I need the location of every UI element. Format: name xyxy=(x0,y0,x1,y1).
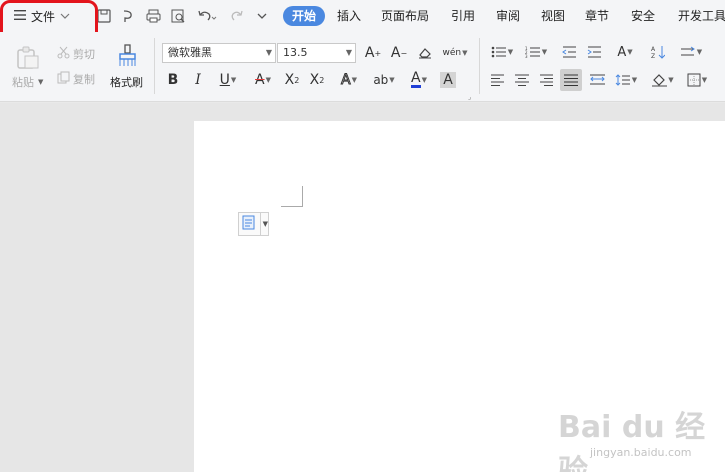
text-effect-icon[interactable]: A ▼ xyxy=(334,70,364,90)
copy-icon xyxy=(57,71,70,87)
decrease-font-size-icon[interactable]: A − xyxy=(388,43,410,63)
cut-label: 剪切 xyxy=(73,48,95,61)
align-center-icon[interactable] xyxy=(511,70,533,90)
decrease-indent-icon[interactable] xyxy=(558,42,580,62)
tab-references[interactable]: 引用 xyxy=(451,8,475,24)
font-dialog-launcher-icon[interactable]: ⌟ xyxy=(468,93,471,101)
export-pdf-icon[interactable] xyxy=(119,7,137,25)
text-direction-icon[interactable]: A ▼ xyxy=(610,42,640,62)
font-color-icon[interactable]: A ▼ xyxy=(404,70,434,90)
character-shading-icon[interactable]: A xyxy=(437,70,459,90)
tab-review[interactable]: 审阅 xyxy=(496,8,520,24)
svg-text:3: 3 xyxy=(525,54,528,58)
tab-page-layout[interactable]: 页面布局 xyxy=(381,8,429,24)
paragraph-shading-icon[interactable]: ▼ xyxy=(648,70,678,90)
line-spacing-toggle-icon[interactable]: ▼ xyxy=(676,42,706,62)
font-family-value: 微软雅黑 xyxy=(168,46,212,59)
italic-icon[interactable]: I xyxy=(187,70,209,90)
strikethrough-icon[interactable]: A ▼ xyxy=(248,70,278,90)
superscript-icon[interactable]: X2 xyxy=(281,70,303,90)
svg-text:A: A xyxy=(651,46,656,53)
font-family-select[interactable]: 微软雅黑 ▼ xyxy=(162,43,276,63)
copy-label: 复制 xyxy=(73,73,95,86)
paste-label: 粘贴 xyxy=(12,76,34,89)
tab-security[interactable]: 安全 xyxy=(631,8,655,24)
highlight-color-icon[interactable]: ab ▼ xyxy=(369,70,399,90)
redo-icon[interactable] xyxy=(228,7,246,25)
font-size-value: 13.5 xyxy=(283,46,308,59)
format-painter-button[interactable]: 格式刷 xyxy=(110,74,143,90)
increase-indent-icon[interactable] xyxy=(583,42,605,62)
distributed-align-icon[interactable] xyxy=(586,70,608,90)
numbered-list-icon[interactable]: 1 2 3 ▼ xyxy=(521,42,551,62)
svg-text:Z: Z xyxy=(651,53,655,59)
caret-down-icon: ▼ xyxy=(345,48,352,57)
paste-options-button[interactable]: ▼ xyxy=(238,212,269,236)
page-margin-marker xyxy=(281,186,303,207)
menu-bar: 文件 开始 插入 页面布局 引用 审阅 视图 章节 安全 开发工具 xyxy=(0,0,725,44)
paste-options-icon xyxy=(242,214,256,234)
bold-icon[interactable]: B xyxy=(162,70,184,90)
watermark-logo: Bai du 经验 xyxy=(558,410,706,472)
borders-icon[interactable]: ▼ xyxy=(682,70,712,90)
group-separator xyxy=(479,38,480,94)
line-spacing-icon[interactable]: ▼ xyxy=(611,70,641,90)
align-left-icon[interactable] xyxy=(487,70,509,90)
group-separator xyxy=(154,38,155,94)
tab-developer[interactable]: 开发工具 xyxy=(678,8,725,24)
format-painter-icon[interactable] xyxy=(117,44,139,68)
clear-format-icon[interactable] xyxy=(414,43,436,63)
undo-icon[interactable] xyxy=(195,7,219,25)
caret-down-icon: ▼ xyxy=(265,48,272,57)
copy-button[interactable]: 复制 xyxy=(57,71,95,87)
print-preview-icon[interactable] xyxy=(169,7,187,25)
tab-view[interactable]: 视图 xyxy=(541,8,565,24)
caret-down-icon: ▼ xyxy=(262,220,268,228)
phonetic-label: wén xyxy=(442,48,462,58)
increase-font-size-icon[interactable]: A + xyxy=(362,43,384,63)
tab-home[interactable]: 开始 xyxy=(283,6,325,26)
watermark-url: jingyan.baidu.com xyxy=(590,446,692,459)
tab-chapter[interactable]: 章节 xyxy=(585,8,609,24)
justify-icon[interactable] xyxy=(560,69,582,91)
tab-insert[interactable]: 插入 xyxy=(337,8,361,24)
customize-toolbar-icon[interactable] xyxy=(253,7,271,25)
paste-button[interactable]: 粘贴 ▼ xyxy=(12,74,43,90)
cut-button[interactable]: 剪切 xyxy=(57,46,95,62)
underline-icon[interactable]: U ▼ xyxy=(212,70,244,90)
bullet-list-icon[interactable]: ▼ xyxy=(487,42,517,62)
font-size-select[interactable]: 13.5 ▼ xyxy=(277,43,356,63)
phonetic-guide-icon[interactable]: wén ▼ xyxy=(440,43,470,63)
print-icon[interactable] xyxy=(144,7,162,25)
align-right-icon[interactable] xyxy=(535,70,557,90)
caret-down-icon: ▼ xyxy=(38,78,44,86)
subscript-icon[interactable]: X2 xyxy=(306,70,328,90)
scissors-icon xyxy=(57,46,70,62)
paste-icon[interactable] xyxy=(14,46,40,70)
sort-icon[interactable]: AZ xyxy=(647,42,669,62)
